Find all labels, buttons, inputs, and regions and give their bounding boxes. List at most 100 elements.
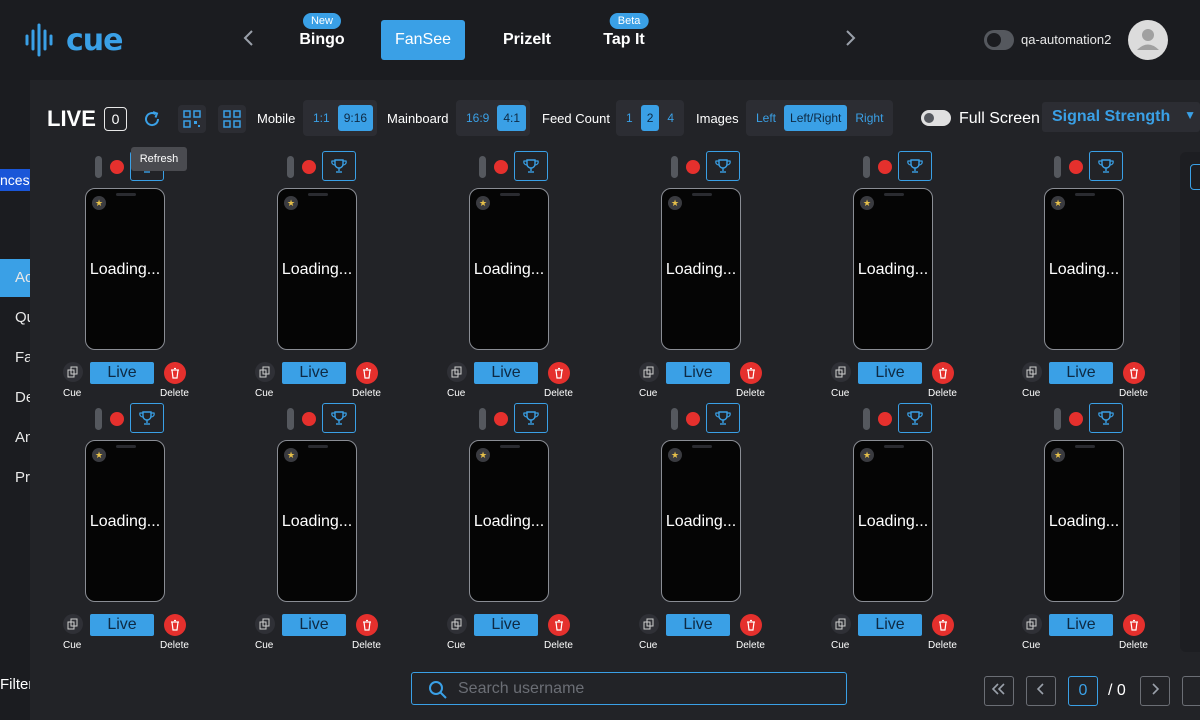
tab-prizeit[interactable]: PrizeIt: [495, 20, 559, 60]
feed-toggle-switch[interactable]: [287, 156, 294, 178]
delete-button[interactable]: [356, 362, 378, 384]
cue-button[interactable]: [255, 614, 275, 634]
feed-toggle-switch[interactable]: [671, 408, 678, 430]
live-button[interactable]: Live: [90, 362, 154, 384]
cue-button[interactable]: [447, 362, 467, 382]
trophy-button[interactable]: [1089, 151, 1123, 181]
prev-page-button[interactable]: [1026, 676, 1056, 706]
feed-toggle-switch[interactable]: [95, 408, 102, 430]
qr-settings-button[interactable]: [218, 105, 246, 133]
cue-button[interactable]: [831, 614, 851, 634]
qr-scan-button[interactable]: [178, 105, 206, 133]
feed-toggle-switch[interactable]: [287, 408, 294, 430]
feed-toggle-switch[interactable]: [479, 156, 486, 178]
refresh-button[interactable]: [138, 105, 166, 133]
feed-count-2[interactable]: 2: [640, 105, 660, 131]
nav-next-button[interactable]: [840, 28, 860, 52]
feed-toggle-switch[interactable]: [1054, 156, 1061, 178]
trophy-button[interactable]: [706, 403, 740, 433]
trophy-button[interactable]: [706, 151, 740, 181]
delete-button[interactable]: [164, 362, 186, 384]
cue-button[interactable]: [831, 362, 851, 382]
nav-prev-button[interactable]: [239, 28, 259, 52]
loading-text: Loading...: [89, 513, 161, 530]
trophy-button[interactable]: [130, 403, 164, 433]
images-left-right[interactable]: Left/Right: [784, 105, 848, 131]
live-button[interactable]: Live: [1049, 614, 1113, 636]
cue-button[interactable]: [639, 614, 659, 634]
filter-label[interactable]: Filter: [0, 676, 30, 693]
tab-tap-it[interactable]: Beta Tap It: [592, 13, 656, 60]
delete-button[interactable]: [164, 614, 186, 636]
delete-button[interactable]: [740, 614, 762, 636]
cue-button[interactable]: [63, 614, 83, 634]
live-button[interactable]: Live: [282, 614, 346, 636]
sidebar-item-3[interactable]: Fa: [0, 339, 30, 377]
live-button[interactable]: Live: [90, 614, 154, 636]
cue-button[interactable]: [255, 362, 275, 382]
cue-button[interactable]: [447, 614, 467, 634]
trophy-button[interactable]: [514, 403, 548, 433]
delete-button[interactable]: [932, 362, 954, 384]
cue-button[interactable]: [639, 362, 659, 382]
cue-button[interactable]: [63, 362, 83, 382]
full-screen-toggle[interactable]: [921, 110, 951, 126]
images-right[interactable]: Right: [849, 105, 889, 131]
sidebar-item-6[interactable]: Pr: [0, 459, 30, 497]
trophy-button[interactable]: [1089, 403, 1123, 433]
feed-toggle-switch[interactable]: [95, 156, 102, 178]
live-button[interactable]: Live: [666, 614, 730, 636]
trophy-button[interactable]: [322, 151, 356, 181]
sidebar-item-1[interactable]: Ac: [0, 259, 30, 297]
delete-button[interactable]: [932, 614, 954, 636]
live-button[interactable]: Live: [858, 362, 922, 384]
delete-button[interactable]: [356, 614, 378, 636]
cue-logo[interactable]: cue: [24, 22, 123, 58]
sidebar-item-4[interactable]: De: [0, 379, 30, 417]
mainboard-ratio-16-9[interactable]: 16:9: [460, 105, 495, 131]
live-button[interactable]: Live: [474, 362, 538, 384]
avatar[interactable]: [1128, 20, 1168, 60]
tab-fansee[interactable]: FanSee: [381, 20, 465, 60]
search-input[interactable]: [456, 678, 840, 700]
live-button[interactable]: Live: [282, 362, 346, 384]
feed-toggle-switch[interactable]: [863, 156, 870, 178]
sidebar-item-5[interactable]: An: [0, 419, 30, 457]
trophy-button[interactable]: [322, 403, 356, 433]
live-button[interactable]: Live: [474, 614, 538, 636]
signal-strength-select[interactable]: Signal Strength ▼: [1042, 102, 1200, 132]
tab-bingo[interactable]: New Bingo: [290, 13, 354, 60]
images-left[interactable]: Left: [750, 105, 782, 131]
sidebar-item-2[interactable]: Qu: [0, 299, 30, 337]
sidebar-chip[interactable]: nces: [0, 169, 30, 191]
delete-button[interactable]: [548, 614, 570, 636]
cue-button[interactable]: [1022, 362, 1042, 382]
search-username-field[interactable]: [411, 672, 847, 705]
first-page-button[interactable]: [984, 676, 1014, 706]
mainboard-ratio-4-1[interactable]: 4:1: [497, 105, 527, 131]
current-page[interactable]: 0: [1068, 676, 1098, 706]
trophy-button[interactable]: [898, 151, 932, 181]
delete-button[interactable]: [1123, 362, 1145, 384]
feed-toggle-switch[interactable]: [479, 408, 486, 430]
feed-toggle-switch[interactable]: [671, 156, 678, 178]
delete-button[interactable]: [740, 362, 762, 384]
feed-toggle-switch[interactable]: [863, 408, 870, 430]
trophy-button[interactable]: [514, 151, 548, 181]
mobile-ratio-9-16[interactable]: 9:16: [337, 105, 374, 131]
feed-toggle-switch[interactable]: [1054, 408, 1061, 430]
delete-button[interactable]: [548, 362, 570, 384]
feed-count-4[interactable]: 4: [661, 105, 680, 131]
live-button[interactable]: Live: [858, 614, 922, 636]
trophy-button[interactable]: [898, 403, 932, 433]
feed-count-1[interactable]: 1: [620, 105, 639, 131]
live-button[interactable]: Live: [666, 362, 730, 384]
live-button[interactable]: Live: [1049, 362, 1113, 384]
panel-handle[interactable]: [1190, 164, 1200, 190]
mobile-ratio-1-1[interactable]: 1:1: [307, 105, 336, 131]
cue-button[interactable]: [1022, 614, 1042, 634]
next-page-button[interactable]: [1140, 676, 1170, 706]
theme-toggle[interactable]: [984, 30, 1014, 50]
delete-button[interactable]: [1123, 614, 1145, 636]
last-page-button[interactable]: [1182, 676, 1200, 706]
